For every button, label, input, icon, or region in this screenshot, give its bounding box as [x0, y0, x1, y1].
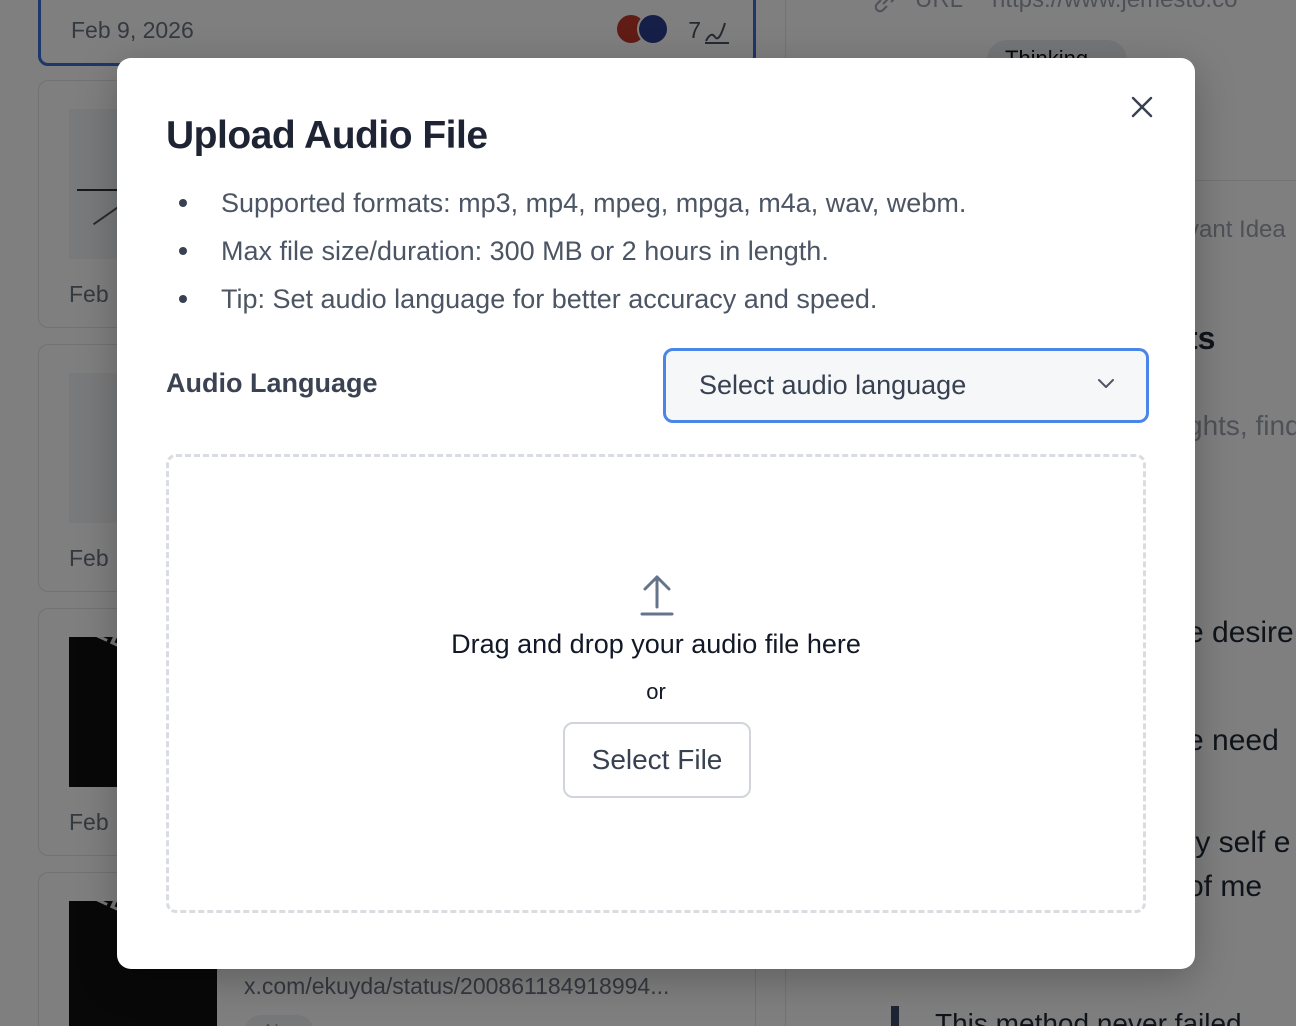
bullet: [179, 247, 187, 255]
tip-item: Tip: Set audio language for better accur…: [179, 282, 966, 330]
close-button[interactable]: [1125, 90, 1159, 124]
select-file-button[interactable]: Select File: [563, 722, 751, 798]
upload-tips-list: Supported formats: mp3, mp4, mpeg, mpga,…: [179, 186, 966, 330]
tip-text: Max file size/duration: 300 MB or 2 hour…: [221, 236, 829, 266]
audio-language-select[interactable]: Select audio language: [663, 348, 1149, 423]
chevron-down-icon: [1098, 379, 1114, 388]
audio-language-label: Audio Language: [166, 368, 378, 398]
upload-audio-modal: Upload Audio File Supported formats: mp3…: [117, 58, 1195, 969]
tip-item: Max file size/duration: 300 MB or 2 hour…: [179, 234, 966, 282]
upload-icon: [640, 575, 674, 616]
audio-dropzone[interactable]: Drag and drop your audio file here or Se…: [166, 454, 1146, 913]
app-root: Feb 9, 2026 7 Feb Feb SEE WHAT': [0, 0, 1296, 1026]
bullet: [179, 199, 187, 207]
modal-title: Upload Audio File: [166, 114, 488, 157]
bullet: [179, 295, 187, 303]
dropzone-title: Drag and drop your audio file here: [451, 629, 861, 659]
dropzone-or: or: [646, 679, 666, 704]
tip-text: Supported formats: mp3, mp4, mpeg, mpga,…: [221, 188, 967, 218]
tip-text: Tip: Set audio language for better accur…: [221, 284, 878, 314]
tip-item: Supported formats: mp3, mp4, mpeg, mpga,…: [179, 186, 966, 234]
close-icon: [1131, 96, 1153, 118]
select-placeholder: Select audio language: [699, 370, 967, 400]
